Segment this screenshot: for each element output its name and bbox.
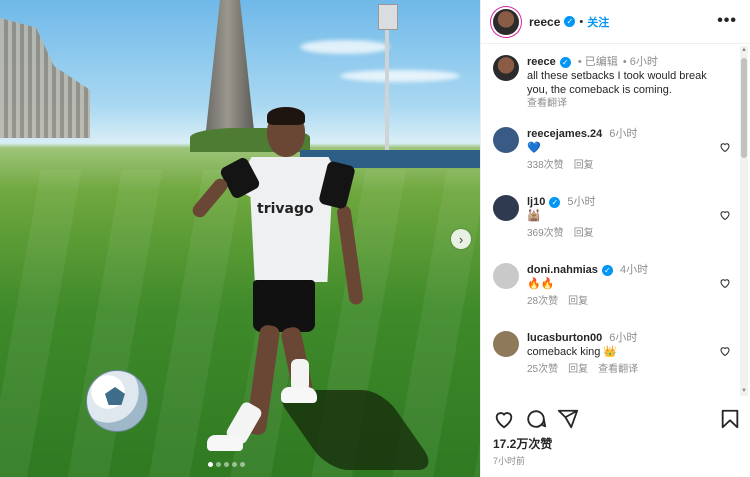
comment-time[interactable]: 5小时 xyxy=(567,196,595,208)
next-photo-button[interactable]: › xyxy=(451,229,471,249)
heart-icon[interactable] xyxy=(493,408,515,430)
floodlight xyxy=(378,4,398,30)
floodlight-pole xyxy=(385,8,389,168)
comment-text: 💙 xyxy=(527,142,541,154)
reply-button[interactable]: 回复 xyxy=(568,296,588,307)
verified-icon: ✓ xyxy=(601,264,613,276)
comments-list[interactable]: reece ✓ • 已编辑 • 6小时 all these setbacks I … xyxy=(481,45,739,397)
caption-username[interactable]: reece xyxy=(527,56,556,68)
comment-text: 🔥🔥 xyxy=(527,278,555,290)
reply-button[interactable]: 回复 xyxy=(574,228,594,239)
caption-time[interactable]: • 6小时 xyxy=(623,56,658,68)
commenter-avatar[interactable] xyxy=(493,331,519,357)
commenter-avatar[interactable] xyxy=(493,127,519,153)
carousel-dots xyxy=(208,462,245,467)
comment-time[interactable]: 4小时 xyxy=(620,264,648,276)
comment-likes[interactable]: 338次赞 xyxy=(527,160,564,171)
cloud xyxy=(300,40,390,54)
more-icon[interactable]: ••• xyxy=(717,12,737,30)
comment-time[interactable]: 6小时 xyxy=(609,332,637,344)
author-avatar[interactable] xyxy=(493,55,519,81)
separator: • xyxy=(579,15,584,28)
commenter-username[interactable]: reecejames.24 xyxy=(527,128,602,140)
heart-icon[interactable] xyxy=(719,141,731,153)
comment-likes[interactable]: 369次赞 xyxy=(527,228,564,239)
reply-button[interactable]: 回复 xyxy=(574,160,594,171)
stadium-structure xyxy=(0,18,90,138)
commenter-avatar[interactable] xyxy=(493,195,519,221)
scroll-down-icon[interactable]: ▼ xyxy=(741,388,747,394)
verified-icon: ✓ xyxy=(549,196,561,208)
player-figure: trivago xyxy=(189,105,375,465)
post-header: reece ✓ • 关注 ••• xyxy=(481,0,750,44)
heart-icon[interactable] xyxy=(719,345,731,357)
comment-icon[interactable] xyxy=(525,408,547,430)
comment-text: 🕍 xyxy=(527,210,541,222)
verified-icon: ✓ xyxy=(564,16,576,27)
football xyxy=(86,370,148,432)
caption-edited: • 已编辑 xyxy=(577,56,618,68)
heart-icon[interactable] xyxy=(719,209,731,221)
comment-likes[interactable]: 25次赞 xyxy=(527,364,558,375)
comment-time[interactable]: 6小时 xyxy=(609,128,637,140)
post-timestamp[interactable]: 7小时前 xyxy=(493,454,525,467)
cloud xyxy=(340,70,460,82)
comment-likes[interactable]: 28次赞 xyxy=(527,296,558,307)
commenter-username[interactable]: lucasburton00 xyxy=(527,332,602,344)
follow-button[interactable]: 关注 xyxy=(587,14,609,30)
caption-text: all these setbacks I took would break yo… xyxy=(527,70,707,96)
scroll-up-icon[interactable]: ▲ xyxy=(741,47,747,53)
heart-icon[interactable] xyxy=(719,277,731,289)
shirt-sponsor: trivago xyxy=(257,201,314,217)
scrollbar-thumb[interactable] xyxy=(741,58,747,158)
post-sidebar: reece ✓ • 关注 ••• reece ✓ • 已编辑 • 6小时 all … xyxy=(480,0,750,477)
commenter-username[interactable]: doni.nahmias xyxy=(527,264,598,276)
author-username[interactable]: reece xyxy=(529,15,560,29)
reply-button[interactable]: 回复 xyxy=(568,364,588,375)
post-actions xyxy=(493,408,741,430)
post-photo[interactable]: trivago › xyxy=(0,0,480,477)
commenter-username[interactable]: lj10 xyxy=(527,196,545,208)
see-translation[interactable]: 查看翻译 xyxy=(527,97,717,111)
author-avatar[interactable] xyxy=(493,8,519,35)
like-count[interactable]: 17.2万次赞 xyxy=(493,435,552,452)
commenter-avatar[interactable] xyxy=(493,263,519,289)
comment-text: comeback king 👑 xyxy=(527,346,618,358)
share-icon[interactable] xyxy=(557,408,579,430)
verified-icon: ✓ xyxy=(559,56,571,68)
see-translation[interactable]: 查看翻译 xyxy=(598,364,638,375)
bookmark-icon[interactable] xyxy=(719,408,741,430)
